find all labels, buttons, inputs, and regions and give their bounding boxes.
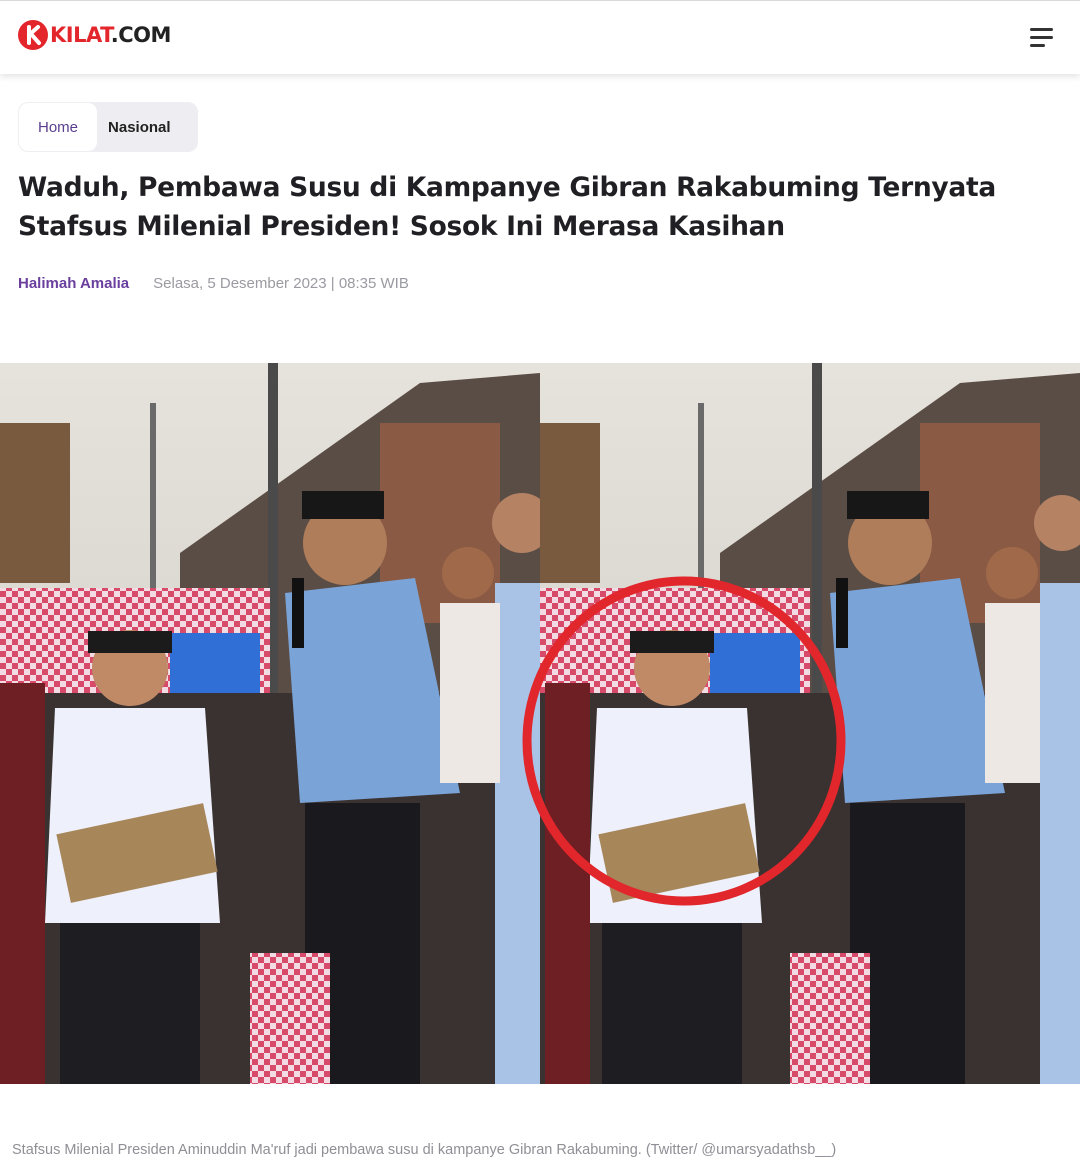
article-photo-illustration <box>0 363 1080 1084</box>
photo-right-panel <box>522 363 1080 1084</box>
publish-date: Selasa, 5 Desember 2023 | 08:35 WIB <box>153 274 409 292</box>
site-logo[interactable]: KILAT.COM <box>18 19 171 51</box>
hamburger-menu-icon[interactable] <box>1028 25 1058 51</box>
article-title: Waduh, Pembawa Susu di Kampanye Gibran R… <box>18 172 996 242</box>
site-header: KILAT.COM <box>0 0 1080 74</box>
breadcrumb-home-link[interactable]: Home <box>19 103 98 151</box>
photo-left-panel <box>0 363 552 1084</box>
image-caption: Stafsus Milenial Presiden Aminuddin Ma'r… <box>12 1142 837 1158</box>
author-link[interactable]: Halimah Amalia <box>18 275 129 292</box>
article-meta: Halimah Amalia Selasa, 5 Desember 2023 |… <box>18 273 409 293</box>
article-photo <box>0 363 1080 1084</box>
breadcrumb: Home Nasional <box>18 102 198 152</box>
logo-wordmark: KILAT.COM <box>50 23 171 47</box>
kilat-logo-icon <box>18 20 48 50</box>
breadcrumb-category-link[interactable]: Nasional <box>97 119 171 136</box>
